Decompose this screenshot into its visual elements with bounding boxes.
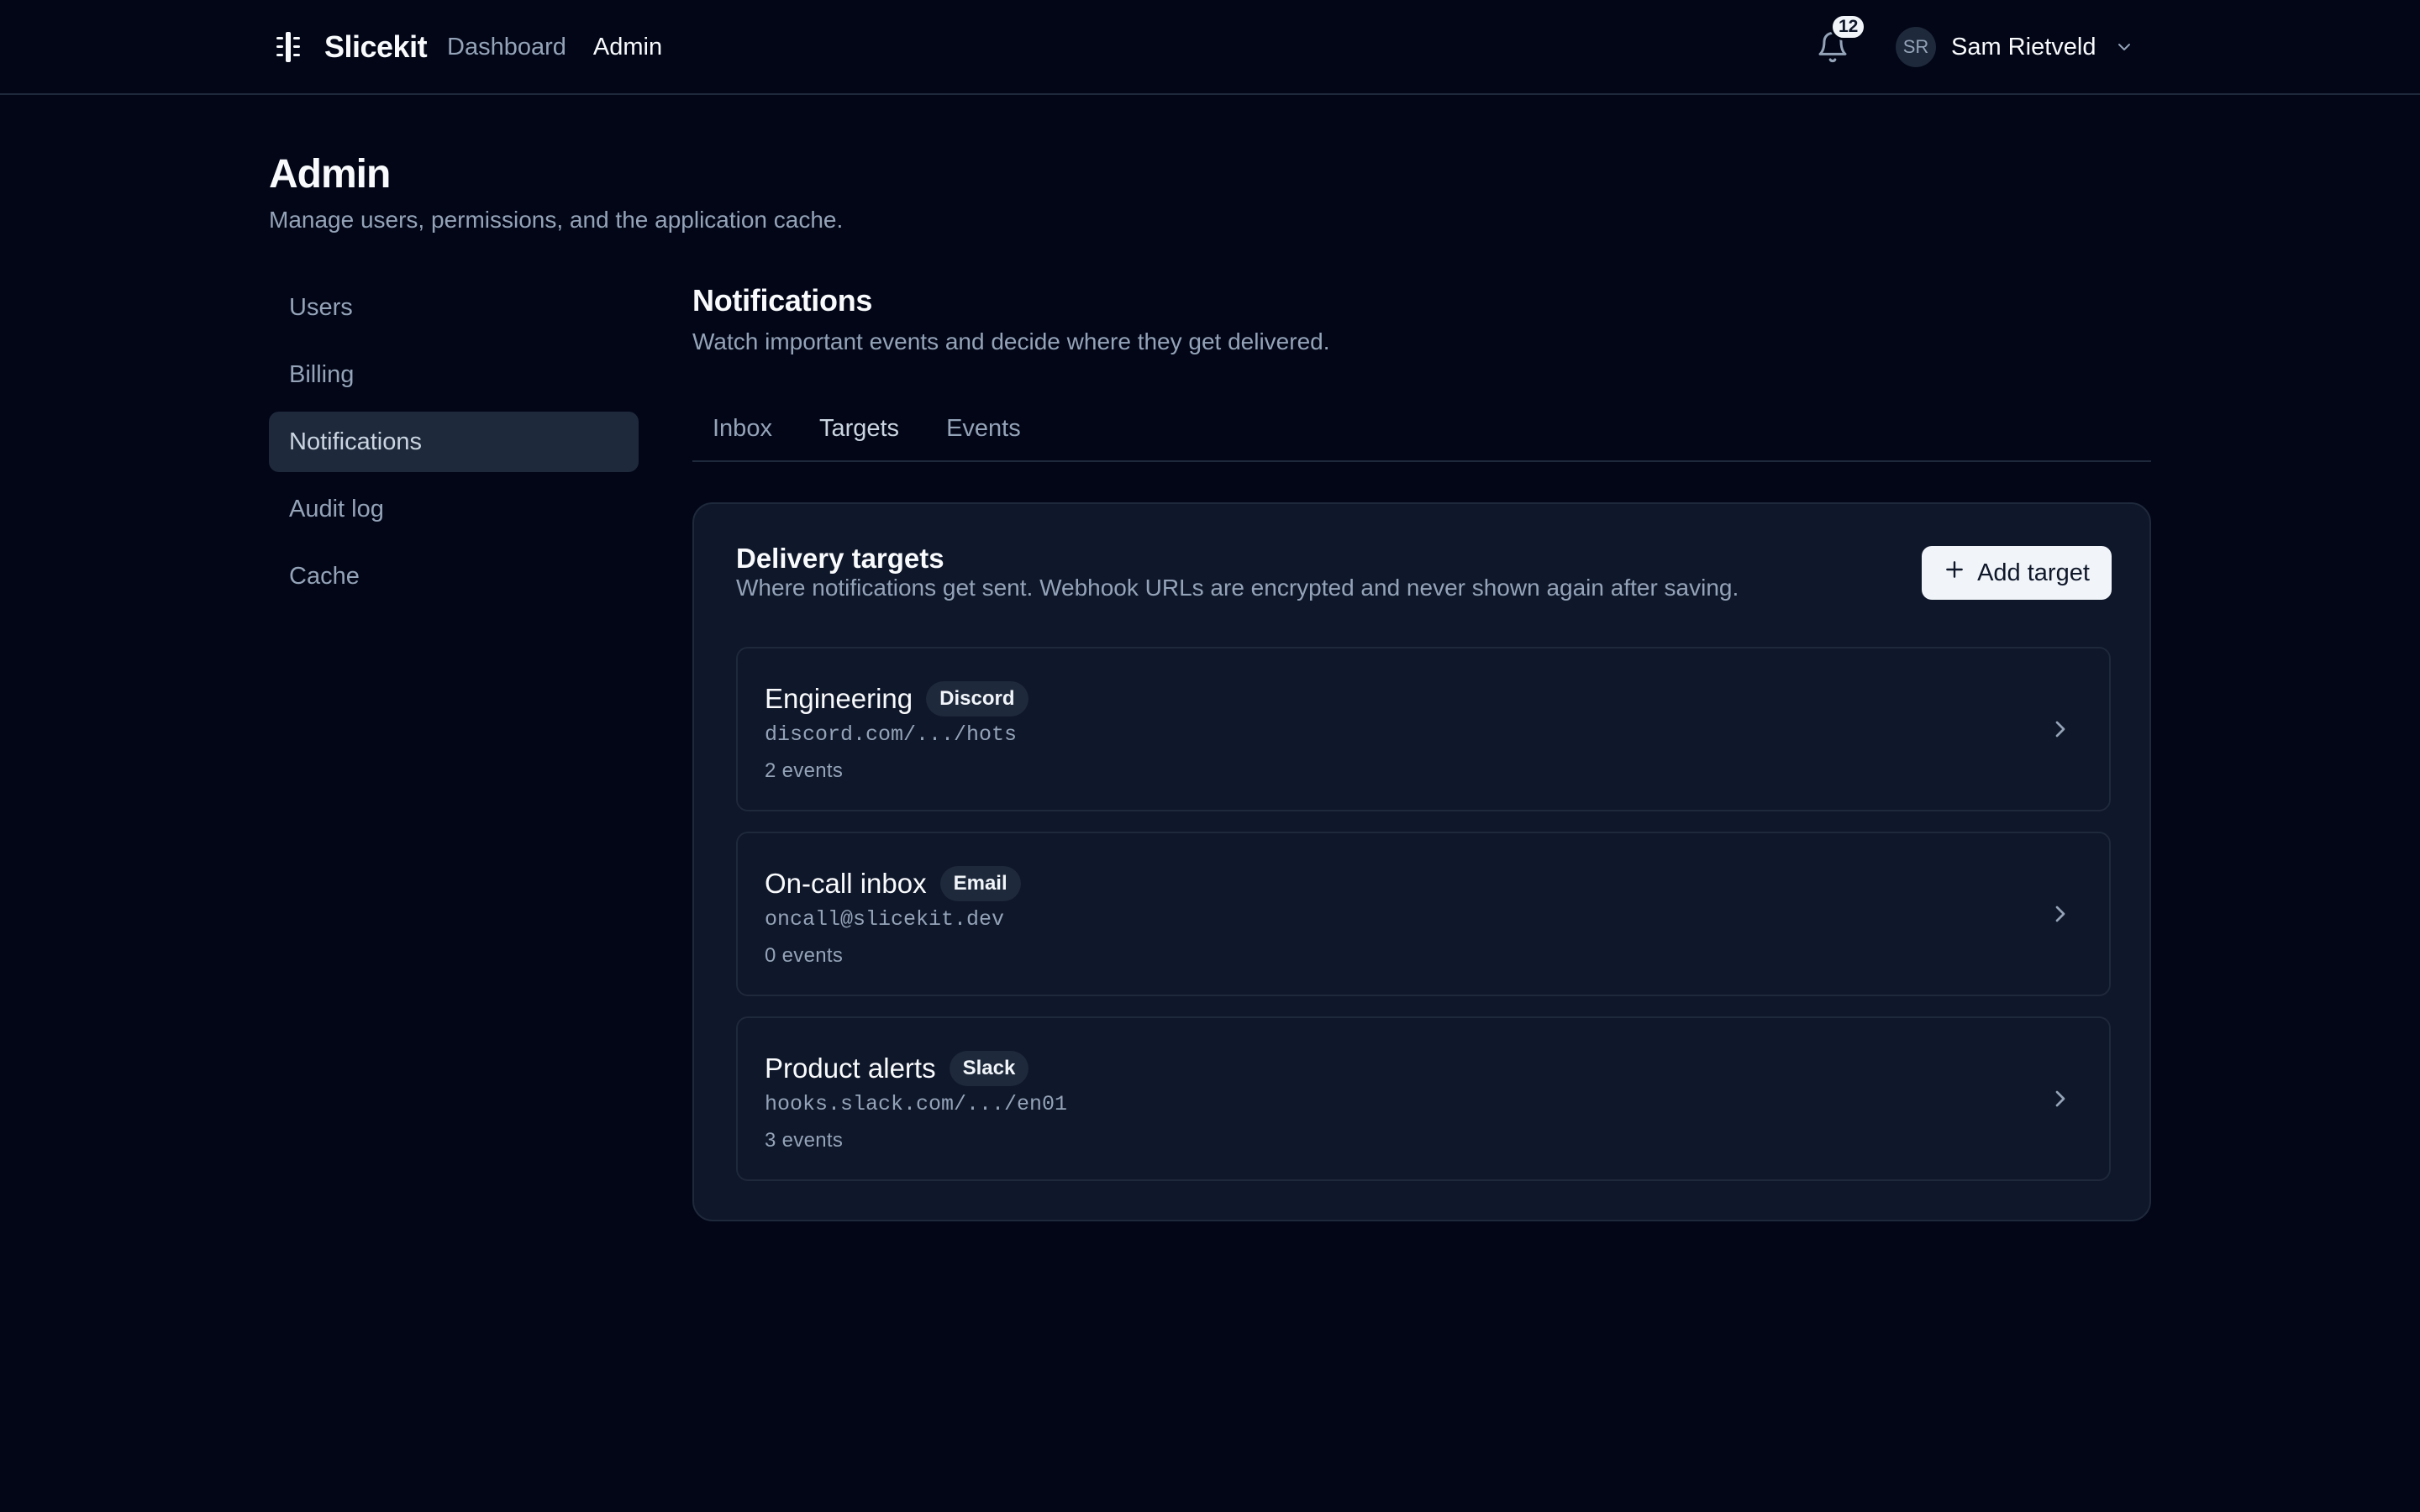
page-title: Admin: [269, 152, 391, 197]
sidebar-item-cache[interactable]: Cache: [269, 546, 639, 606]
target-row-product-alerts[interactable]: Product alerts Slack hooks.slack.com/...…: [736, 1016, 2111, 1181]
target-url: oncall@slicekit.dev: [765, 907, 1005, 932]
slicekit-logo-icon: [269, 28, 308, 66]
tab-events[interactable]: Events: [926, 403, 1041, 454]
user-menu[interactable]: SR Sam Rietveld: [1896, 27, 2136, 67]
nav-link-admin[interactable]: Admin: [593, 34, 662, 61]
card-description: Where notifications get sent. Webhook UR…: [736, 575, 1739, 601]
target-type-badge: Discord: [926, 681, 1028, 717]
target-name: On-call inbox: [765, 868, 927, 899]
notification-count-badge: 12: [1830, 13, 1867, 40]
target-row-engineering[interactable]: Engineering Discord discord.com/.../hots…: [736, 647, 2111, 811]
tab-inbox[interactable]: Inbox: [692, 403, 792, 454]
section-subtitle: Watch important events and decide where …: [692, 328, 1330, 354]
plus-icon: [1944, 559, 1965, 587]
chevron-down-icon: [2112, 35, 2136, 59]
top-navigation-bar: Slicekit Dashboard Admin 12 SR Sam Rietv…: [0, 0, 2420, 95]
notifications-tabs: Inbox Targets Events: [692, 403, 2151, 462]
target-event-count: 3 events: [765, 1129, 844, 1152]
targets-list: Engineering Discord discord.com/.../hots…: [736, 647, 2112, 1201]
target-name: Product alerts: [765, 1053, 936, 1084]
brand[interactable]: Slicekit: [269, 25, 428, 69]
target-event-count: 0 events: [765, 944, 844, 967]
target-header: Engineering Discord: [765, 679, 1028, 719]
target-header: On-call inbox Email: [765, 864, 1021, 904]
target-url: hooks.slack.com/.../en01: [765, 1092, 1068, 1116]
chevron-right-icon[interactable]: [2045, 714, 2075, 744]
page-subtitle: Manage users, permissions, and the appli…: [269, 207, 844, 233]
target-url: discord.com/.../hots: [765, 722, 1018, 747]
chevron-right-icon[interactable]: [2045, 1084, 2075, 1114]
add-target-label: Add target: [1977, 559, 2090, 586]
sidebar-item-audit-log[interactable]: Audit log: [269, 479, 639, 539]
admin-sidebar: Users Billing Notifications Audit log Ca…: [269, 277, 639, 613]
target-type-badge: Email: [939, 866, 1021, 901]
delivery-targets-card: Delivery targets Where notifications get…: [692, 502, 2151, 1221]
nav-link-dashboard[interactable]: Dashboard: [447, 34, 566, 61]
target-row-on-call-inbox[interactable]: On-call inbox Email oncall@slicekit.dev …: [736, 832, 2111, 996]
target-name: Engineering: [765, 683, 913, 714]
user-name: Sam Rietveld: [1951, 33, 2096, 60]
avatar: SR: [1896, 27, 1936, 67]
target-type-badge: Slack: [949, 1051, 1029, 1086]
sidebar-item-notifications[interactable]: Notifications: [269, 412, 639, 472]
brand-name: Slicekit: [324, 29, 428, 64]
card-title: Delivery targets: [736, 543, 944, 574]
section-title: Notifications: [692, 283, 873, 318]
target-event-count: 2 events: [765, 759, 844, 782]
add-target-button[interactable]: Add target: [1922, 546, 2112, 600]
sidebar-item-billing[interactable]: Billing: [269, 344, 639, 405]
tab-targets[interactable]: Targets: [799, 403, 919, 454]
target-header: Product alerts Slack: [765, 1048, 1029, 1089]
sidebar-item-users[interactable]: Users: [269, 277, 639, 338]
main-nav: Dashboard Admin: [447, 25, 662, 69]
chevron-right-icon[interactable]: [2045, 899, 2075, 929]
